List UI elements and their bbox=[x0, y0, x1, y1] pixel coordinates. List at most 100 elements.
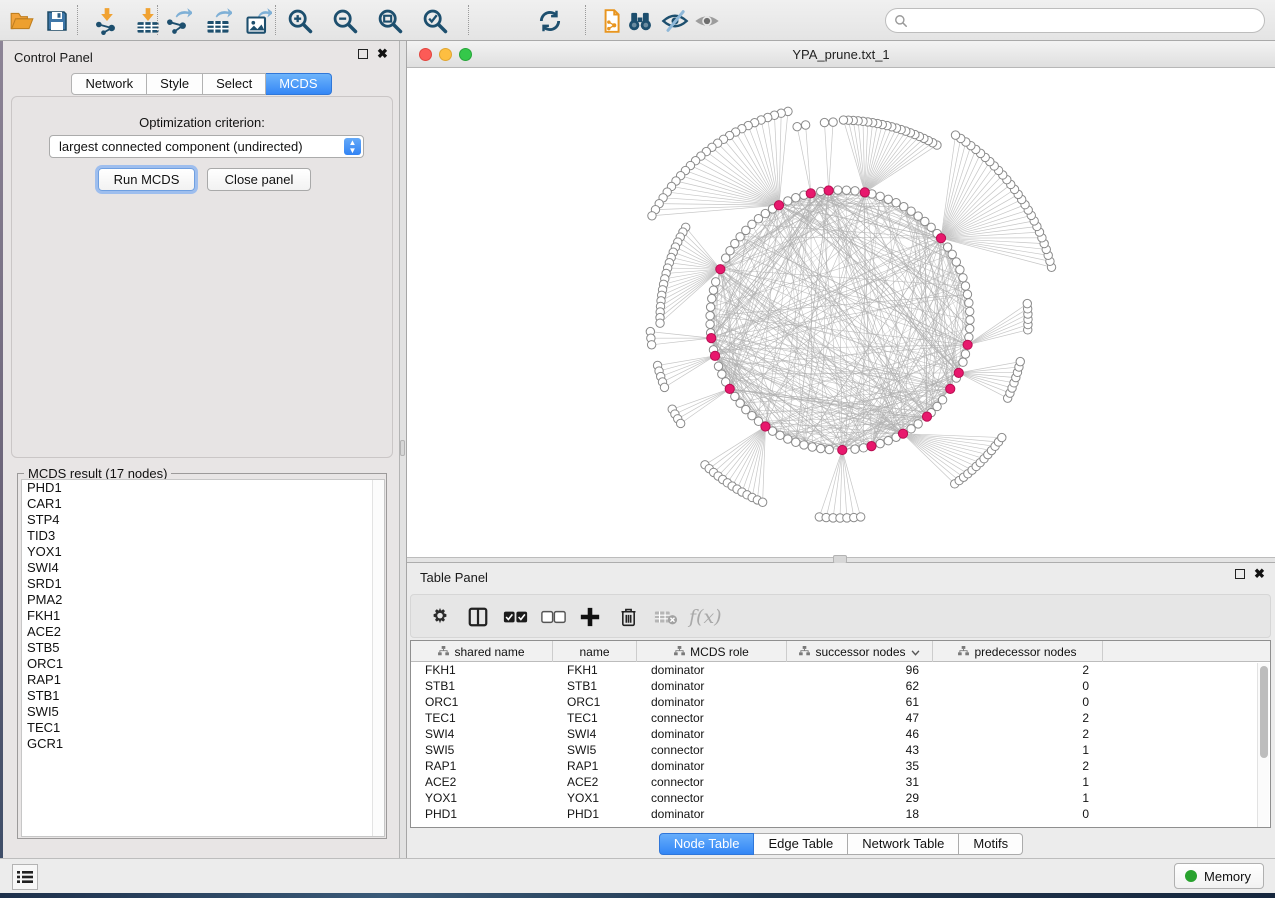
ring-node[interactable] bbox=[961, 282, 969, 290]
mcds-result-item[interactable]: PMA2 bbox=[22, 592, 384, 608]
ring-node[interactable] bbox=[706, 312, 714, 320]
zoom-fit-icon[interactable] bbox=[375, 6, 405, 36]
ring-node[interactable] bbox=[956, 266, 964, 274]
mcds-hub-node[interactable] bbox=[725, 384, 734, 393]
column-header-predecessor-nodes[interactable]: predecessor nodes bbox=[933, 641, 1103, 662]
mcds-hub-node[interactable] bbox=[936, 234, 945, 243]
leaf-node[interactable] bbox=[793, 122, 801, 130]
mcds-hub-node[interactable] bbox=[710, 351, 719, 360]
run-mcds-button[interactable]: Run MCDS bbox=[98, 168, 195, 191]
zoom-out-icon[interactable] bbox=[330, 6, 360, 36]
add-column-icon[interactable] bbox=[579, 603, 601, 631]
mcds-hub-node[interactable] bbox=[774, 201, 783, 210]
table-row[interactable]: ACE2ACE2connector311 bbox=[411, 774, 1257, 790]
leaf-node[interactable] bbox=[829, 118, 837, 126]
deselect-all-checkboxes-icon[interactable] bbox=[541, 603, 566, 631]
select-all-checkboxes-icon[interactable] bbox=[503, 603, 528, 631]
refresh-icon[interactable] bbox=[535, 6, 565, 36]
mcds-result-item[interactable]: ORC1 bbox=[22, 656, 384, 672]
mcds-result-item[interactable]: SRD1 bbox=[22, 576, 384, 592]
ring-node[interactable] bbox=[784, 435, 792, 443]
leaf-node[interactable] bbox=[1023, 299, 1031, 307]
mcds-result-item[interactable]: ACE2 bbox=[22, 624, 384, 640]
mcds-hub-node[interactable] bbox=[824, 186, 833, 195]
tab-motifs[interactable]: Motifs bbox=[959, 833, 1023, 855]
table-settings-gear-icon[interactable] bbox=[429, 603, 451, 631]
import-network-icon[interactable] bbox=[92, 6, 122, 36]
column-header-name[interactable]: name bbox=[553, 641, 637, 662]
table-row[interactable]: SWI4SWI4dominator462 bbox=[411, 726, 1257, 742]
ring-node[interactable] bbox=[708, 294, 716, 302]
close-panel-icon[interactable]: ✖ bbox=[377, 49, 388, 59]
ring-node[interactable] bbox=[859, 444, 867, 452]
mcds-result-item[interactable]: CAR1 bbox=[22, 496, 384, 512]
delete-table-icon[interactable] bbox=[654, 603, 678, 631]
close-panel-icon[interactable]: ✖ bbox=[1254, 569, 1265, 579]
mcds-hub-node[interactable] bbox=[707, 333, 716, 342]
mcds-result-item[interactable]: SWI5 bbox=[22, 704, 384, 720]
mcds-result-item[interactable]: STP4 bbox=[22, 512, 384, 528]
mcds-hub-node[interactable] bbox=[898, 429, 907, 438]
tab-style[interactable]: Style bbox=[147, 73, 203, 95]
ring-node[interactable] bbox=[721, 254, 729, 262]
zoom-selected-icon[interactable] bbox=[420, 6, 450, 36]
zoom-in-icon[interactable] bbox=[285, 6, 315, 36]
ring-node[interactable] bbox=[952, 258, 960, 266]
tab-network-table[interactable]: Network Table bbox=[848, 833, 959, 855]
mcds-hub-node[interactable] bbox=[860, 188, 869, 197]
function-builder-icon[interactable]: f(x) bbox=[689, 603, 722, 631]
ring-node[interactable] bbox=[959, 274, 967, 282]
ring-node[interactable] bbox=[842, 186, 850, 194]
tab-mcds[interactable]: MCDS bbox=[266, 73, 331, 95]
export-image-icon[interactable] bbox=[243, 6, 273, 36]
ring-node[interactable] bbox=[966, 316, 974, 324]
tab-node-table[interactable]: Node Table bbox=[659, 833, 755, 855]
mcds-hub-node[interactable] bbox=[946, 384, 955, 393]
table-row[interactable]: SWI5SWI5connector431 bbox=[411, 742, 1257, 758]
column-header-MCDS-role[interactable]: MCDS role bbox=[637, 641, 787, 662]
ring-node[interactable] bbox=[959, 358, 967, 366]
mcds-result-item[interactable]: FKH1 bbox=[22, 608, 384, 624]
ring-node[interactable] bbox=[792, 194, 800, 202]
ring-node[interactable] bbox=[884, 437, 892, 445]
ring-node[interactable] bbox=[800, 441, 808, 449]
mcds-result-item[interactable]: GCR1 bbox=[22, 736, 384, 752]
ring-node[interactable] bbox=[706, 320, 714, 328]
show-all-icon[interactable] bbox=[692, 6, 722, 36]
export-table-icon[interactable] bbox=[203, 6, 233, 36]
open-file-icon[interactable] bbox=[7, 6, 37, 36]
leaf-node[interactable] bbox=[820, 118, 828, 126]
float-panel-icon[interactable] bbox=[1235, 569, 1245, 579]
mcds-hub-node[interactable] bbox=[716, 265, 725, 274]
ring-node[interactable] bbox=[706, 303, 714, 311]
ring-node[interactable] bbox=[825, 445, 833, 453]
ring-node[interactable] bbox=[961, 350, 969, 358]
ring-node[interactable] bbox=[966, 324, 974, 332]
ring-node[interactable] bbox=[817, 444, 825, 452]
ring-node[interactable] bbox=[834, 186, 842, 194]
memory-button[interactable]: Memory bbox=[1174, 863, 1264, 889]
mcds-hub-node[interactable] bbox=[806, 189, 815, 198]
tab-network[interactable]: Network bbox=[71, 73, 147, 95]
import-table-icon[interactable] bbox=[133, 6, 163, 36]
leaf-node[interactable] bbox=[998, 433, 1006, 441]
column-layout-icon[interactable] bbox=[467, 603, 489, 631]
ring-node[interactable] bbox=[966, 307, 974, 315]
leaf-node[interactable] bbox=[648, 212, 656, 220]
ring-node[interactable] bbox=[792, 438, 800, 446]
close-panel-button[interactable]: Close panel bbox=[207, 168, 311, 191]
mcds-result-item[interactable]: STB5 bbox=[22, 640, 384, 656]
ring-node[interactable] bbox=[714, 362, 722, 370]
ring-node[interactable] bbox=[851, 187, 859, 195]
mcds-hub-node[interactable] bbox=[954, 368, 963, 377]
clone-network-icon[interactable] bbox=[596, 6, 626, 36]
mcds-result-item[interactable]: RAP1 bbox=[22, 672, 384, 688]
leaf-node[interactable] bbox=[801, 121, 809, 129]
leaf-node[interactable] bbox=[1016, 357, 1024, 365]
leaf-node[interactable] bbox=[660, 383, 668, 391]
table-row[interactable]: RAP1RAP1dominator352 bbox=[411, 758, 1257, 774]
ring-node[interactable] bbox=[709, 286, 717, 294]
ring-node[interactable] bbox=[784, 197, 792, 205]
ring-node[interactable] bbox=[914, 420, 922, 428]
ring-node[interactable] bbox=[938, 396, 946, 404]
